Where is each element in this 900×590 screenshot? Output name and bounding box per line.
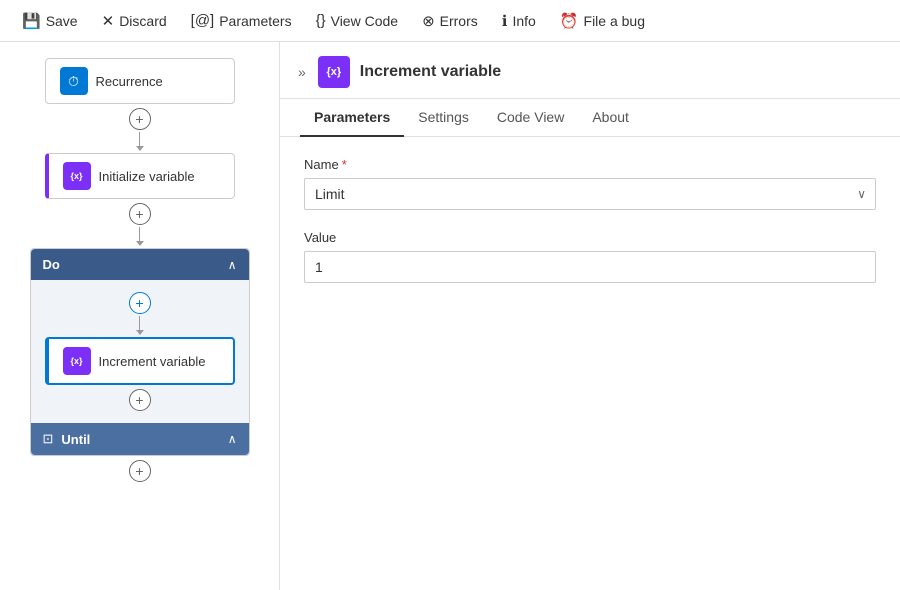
expand-icon[interactable]: » [296,62,308,82]
toolbar: 💾 Save ✕ Discard [@] Parameters {} View … [0,0,900,42]
until-header[interactable]: ⊡ Until ∧ [31,423,249,455]
tab-bar: Parameters Settings Code View About [280,99,900,137]
parameters-label: Parameters [219,13,291,29]
flow-canvas: ⏱ Recurrence + {x} Initialize variable + [0,42,280,590]
flow-container: ⏱ Recurrence + {x} Initialize variable + [20,58,259,486]
add-btn-2[interactable]: + [129,203,151,225]
connector-1: + [129,106,151,151]
arrow-2 [136,241,144,246]
inner-connector-2: + [129,387,151,413]
right-panel: » {x} Increment variable Parameters Sett… [280,42,900,590]
recurrence-icon: ⏱ [60,67,88,95]
panel-node-icon: {x} [318,56,350,88]
inner-arrow-1 [136,330,144,335]
save-label: Save [46,13,78,29]
increment-variable-label: Increment variable [99,354,206,369]
until-chevron-icon[interactable]: ∧ [228,432,237,446]
increment-variable-icon: {x} [63,347,91,375]
parameters-button[interactable]: [@] Parameters [181,8,302,33]
info-label: Info [512,13,535,29]
save-button[interactable]: 💾 Save [12,8,88,34]
required-star: * [342,157,347,172]
do-label: Do [43,257,60,272]
inner-add-btn-2[interactable]: + [129,389,151,411]
discard-button[interactable]: ✕ Discard [92,8,177,34]
view-code-button[interactable]: {} View Code [306,8,408,33]
recurrence-label: Recurrence [96,74,163,89]
name-select-wrapper: Limit ∨ [304,178,876,210]
name-select[interactable]: Limit [304,178,876,210]
panel-title: Increment variable [360,63,501,81]
arrow-1 [136,146,144,151]
init-variable-node[interactable]: {x} Initialize variable [45,153,235,199]
panel-header: » {x} Increment variable [280,42,900,99]
loop-wrapper: Do ∧ + {x} Increment variable [30,248,250,456]
loop-inner: + {x} Increment variable + [31,280,249,423]
init-variable-label: Initialize variable [99,169,195,184]
until-icon: ⊡ [43,431,54,447]
errors-icon: ⊗ [422,12,435,30]
main-layout: ⏱ Recurrence + {x} Initialize variable + [0,42,900,590]
until-label: Until [61,432,90,447]
tab-code-view[interactable]: Code View [483,99,578,137]
bottom-add-btn[interactable]: + [129,460,151,482]
info-button[interactable]: ℹ Info [492,8,546,34]
do-chevron-icon[interactable]: ∧ [228,258,237,272]
line-1 [139,132,140,146]
discard-icon: ✕ [102,12,115,30]
file-bug-button[interactable]: ⏰ File a bug [550,8,655,34]
errors-label: Errors [440,13,478,29]
view-code-label: View Code [331,13,398,29]
bug-icon: ⏰ [560,12,579,30]
value-label: Value [304,230,876,245]
file-bug-label: File a bug [584,13,645,29]
discard-label: Discard [119,13,166,29]
value-input[interactable] [304,251,876,283]
tab-settings[interactable]: Settings [404,99,483,137]
line-2 [139,227,140,241]
do-header[interactable]: Do ∧ [31,249,249,280]
view-code-icon: {} [316,12,326,29]
errors-button[interactable]: ⊗ Errors [412,8,488,34]
value-form-group: Value [304,230,876,283]
inner-add-btn-1[interactable]: + [129,292,151,314]
connector-2: + [129,201,151,246]
inner-connector-1: + [129,290,151,335]
inner-line-1 [139,316,140,330]
tab-parameters[interactable]: Parameters [300,99,404,137]
init-variable-icon: {x} [63,162,91,190]
save-icon: 💾 [22,12,41,30]
add-btn-1[interactable]: + [129,108,151,130]
recurrence-node[interactable]: ⏱ Recurrence [45,58,235,104]
name-label: Name * [304,157,876,172]
form-content: Name * Limit ∨ Value [280,137,900,590]
parameters-icon: [@] [191,12,215,29]
bottom-connector: + [129,458,151,484]
name-form-group: Name * Limit ∨ [304,157,876,210]
info-icon: ℹ [502,12,508,30]
increment-variable-node[interactable]: {x} Increment variable [45,337,235,385]
tab-about[interactable]: About [578,99,643,137]
